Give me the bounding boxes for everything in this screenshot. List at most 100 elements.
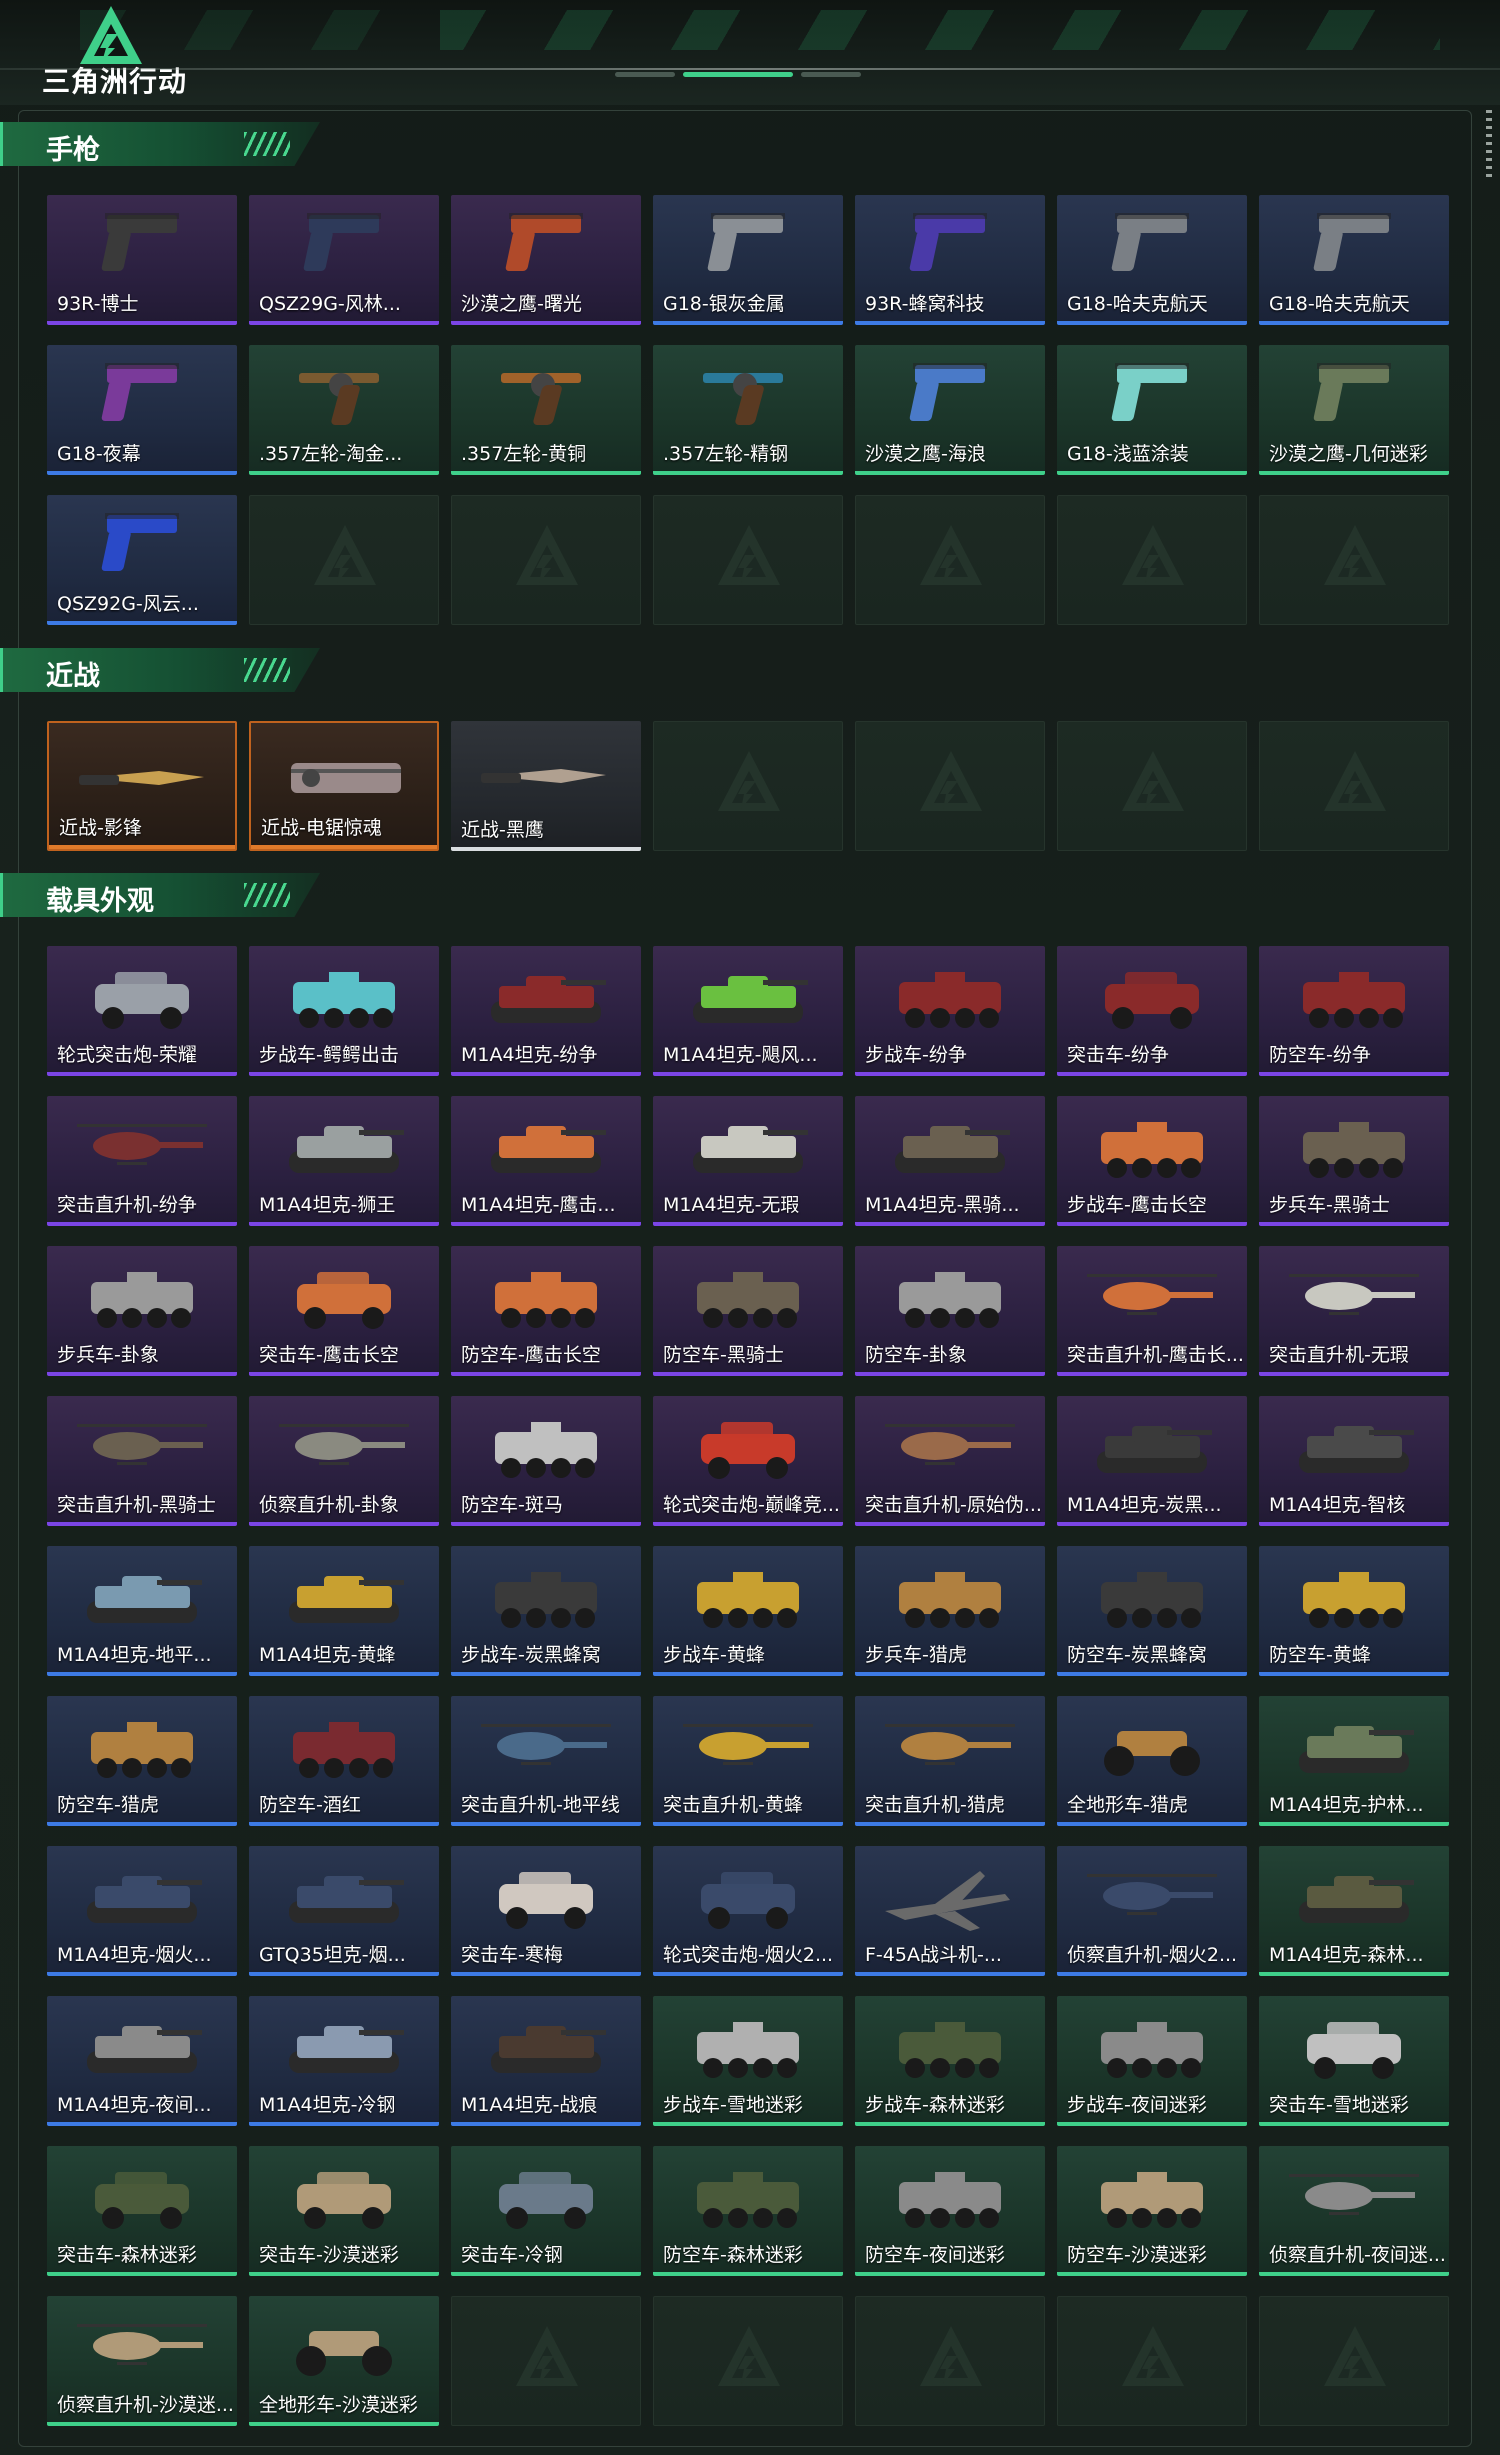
skin-card[interactable]: 突击车-沙漠迷彩 [249, 2146, 439, 2276]
skin-card[interactable]: 步战车-黄蜂 [653, 1546, 843, 1676]
skin-card[interactable]: 突击车-纷争 [1057, 946, 1247, 1076]
section-tab-vehicle[interactable]: 载具外观 [0, 873, 320, 917]
skin-card[interactable]: 防空车-纷争 [1259, 946, 1449, 1076]
skin-card[interactable]: 侦察直升机-沙漠迷... [47, 2296, 237, 2426]
skin-card[interactable]: 突击直升机-地平线 [451, 1696, 641, 1826]
page-dot[interactable] [801, 72, 861, 77]
skin-card[interactable]: .357左轮-黄铜 [451, 345, 641, 475]
skin-card[interactable]: 轮式突击炮-巅峰竞... [653, 1396, 843, 1526]
skin-card[interactable]: 侦察直升机-卦象 [249, 1396, 439, 1526]
skin-card[interactable]: .357左轮-精钢 [653, 345, 843, 475]
skin-card[interactable]: 近战-黑鹰 [451, 721, 641, 851]
skin-card[interactable]: 步战车-炭黑蜂窝 [451, 1546, 641, 1676]
skin-card[interactable]: G18-银灰金属 [653, 195, 843, 325]
skin-card[interactable]: 步战车-纷争 [855, 946, 1045, 1076]
tank-icon [279, 1856, 409, 1936]
skin-card[interactable]: 防空车-森林迷彩 [653, 2146, 843, 2276]
section-tab-pistol[interactable]: 手枪 [0, 122, 320, 166]
skin-card[interactable]: 突击直升机-黑骑士 [47, 1396, 237, 1526]
page-dot-active[interactable] [683, 72, 793, 77]
skin-card[interactable]: 步战车-鹰击长空 [1057, 1096, 1247, 1226]
skin-card[interactable]: 全地形车-沙漠迷彩 [249, 2296, 439, 2426]
skin-card[interactable]: 防空车-黑骑士 [653, 1246, 843, 1376]
knife-icon [481, 731, 611, 811]
skin-card[interactable]: M1A4坦克-黑骑... [855, 1096, 1045, 1226]
section-tab-melee[interactable]: 近战 [0, 648, 320, 692]
skin-card[interactable]: M1A4坦克-智核 [1259, 1396, 1449, 1526]
skin-card[interactable]: 突击车-森林迷彩 [47, 2146, 237, 2276]
skin-card[interactable]: .357左轮-淘金... [249, 345, 439, 475]
skin-card[interactable]: 轮式突击炮-烟火2... [653, 1846, 843, 1976]
skin-card[interactable]: 突击直升机-猎虎 [855, 1696, 1045, 1826]
rarity-bar [1259, 1522, 1449, 1526]
skin-card[interactable]: 防空车-斑马 [451, 1396, 641, 1526]
skin-card[interactable]: 步兵车-猎虎 [855, 1546, 1045, 1676]
skin-card[interactable]: 防空车-卦象 [855, 1246, 1045, 1376]
skin-card[interactable]: G18-浅蓝涂装 [1057, 345, 1247, 475]
skin-card[interactable]: QSZ29G-风林... [249, 195, 439, 325]
skin-card[interactable]: 侦察直升机-夜间迷... [1259, 2146, 1449, 2276]
skin-card[interactable]: M1A4坦克-护林... [1259, 1696, 1449, 1826]
skin-card[interactable]: 沙漠之鹰-曙光 [451, 195, 641, 325]
skin-card[interactable]: 步战车-雪地迷彩 [653, 1996, 843, 2126]
skin-card[interactable]: 步兵车-卦象 [47, 1246, 237, 1376]
skin-card[interactable]: 突击直升机-纷争 [47, 1096, 237, 1226]
skin-card[interactable]: 侦察直升机-烟火2... [1057, 1846, 1247, 1976]
skin-name: 防空车-纷争 [1269, 1044, 1371, 1066]
skin-name: 步战车-雪地迷彩 [663, 2094, 803, 2116]
skin-name: 93R-博士 [57, 293, 139, 315]
skin-card[interactable]: 步战车-鳄鳄出击 [249, 946, 439, 1076]
car-icon [77, 956, 207, 1036]
skin-card[interactable]: M1A4坦克-狮王 [249, 1096, 439, 1226]
skin-card[interactable]: M1A4坦克-无瑕 [653, 1096, 843, 1226]
skin-card[interactable]: 防空车-鹰击长空 [451, 1246, 641, 1376]
skin-card[interactable]: 步战车-森林迷彩 [855, 1996, 1045, 2126]
skin-card[interactable]: 突击直升机-无瑕 [1259, 1246, 1449, 1376]
skin-card[interactable]: M1A4坦克-战痕 [451, 1996, 641, 2126]
page-dot[interactable] [615, 72, 675, 77]
skin-card[interactable]: 突击直升机-黄蜂 [653, 1696, 843, 1826]
skin-card[interactable]: F-45A战斗机-... [855, 1846, 1045, 1976]
skin-card[interactable]: M1A4坦克-纷争 [451, 946, 641, 1076]
placeholder-logo-icon [718, 2326, 780, 2386]
skin-card[interactable]: M1A4坦克-飓风... [653, 946, 843, 1076]
skin-card[interactable]: 防空车-猎虎 [47, 1696, 237, 1826]
skin-card[interactable]: 防空车-夜间迷彩 [855, 2146, 1045, 2276]
skin-card[interactable]: 防空车-酒红 [249, 1696, 439, 1826]
skin-card[interactable]: M1A4坦克-地平... [47, 1546, 237, 1676]
skin-card[interactable]: GTQ35坦克-烟... [249, 1846, 439, 1976]
skin-card[interactable]: 全地形车-猎虎 [1057, 1696, 1247, 1826]
skin-name: M1A4坦克-黄蜂 [259, 1644, 396, 1666]
skin-card[interactable]: 防空车-炭黑蜂窝 [1057, 1546, 1247, 1676]
skin-card[interactable]: 轮式突击炮-荣耀 [47, 946, 237, 1076]
scroll-indicator[interactable] [1486, 110, 1492, 180]
skin-card[interactable]: 近战-电锯惊魂 [249, 721, 439, 851]
skin-card[interactable]: 93R-博士 [47, 195, 237, 325]
skin-card[interactable]: M1A4坦克-森林... [1259, 1846, 1449, 1976]
skin-card[interactable]: M1A4坦克-夜间... [47, 1996, 237, 2126]
skin-card[interactable]: 93R-蜂窝科技 [855, 195, 1045, 325]
skin-card[interactable]: 沙漠之鹰-海浪 [855, 345, 1045, 475]
skin-card[interactable]: M1A4坦克-炭黑... [1057, 1396, 1247, 1526]
skin-card[interactable]: 突击车-冷钢 [451, 2146, 641, 2276]
skin-card[interactable]: 突击直升机-原始伪... [855, 1396, 1045, 1526]
skin-card[interactable]: 防空车-黄蜂 [1259, 1546, 1449, 1676]
skin-name: 防空车-斑马 [461, 1494, 563, 1516]
skin-card[interactable]: 沙漠之鹰-几何迷彩 [1259, 345, 1449, 475]
skin-card[interactable]: 防空车-沙漠迷彩 [1057, 2146, 1247, 2276]
skin-card[interactable]: 突击车-鹰击长空 [249, 1246, 439, 1376]
skin-card[interactable]: 步战车-夜间迷彩 [1057, 1996, 1247, 2126]
skin-card[interactable]: 突击车-雪地迷彩 [1259, 1996, 1449, 2126]
skin-card[interactable]: 步兵车-黑骑士 [1259, 1096, 1449, 1226]
skin-card[interactable]: G18-哈夫克航天 [1259, 195, 1449, 325]
skin-card[interactable]: M1A4坦克-烟火... [47, 1846, 237, 1976]
skin-card[interactable]: QSZ92G-风云... [47, 495, 237, 625]
skin-card[interactable]: 近战-影锋 [47, 721, 237, 851]
skin-card[interactable]: M1A4坦克-黄蜂 [249, 1546, 439, 1676]
skin-card[interactable]: G18-夜幕 [47, 345, 237, 475]
skin-card[interactable]: 突击直升机-鹰击长... [1057, 1246, 1247, 1376]
skin-card[interactable]: M1A4坦克-鹰击... [451, 1096, 641, 1226]
skin-card[interactable]: 突击车-寒梅 [451, 1846, 641, 1976]
skin-card[interactable]: G18-哈夫克航天 [1057, 195, 1247, 325]
skin-card[interactable]: M1A4坦克-冷钢 [249, 1996, 439, 2126]
